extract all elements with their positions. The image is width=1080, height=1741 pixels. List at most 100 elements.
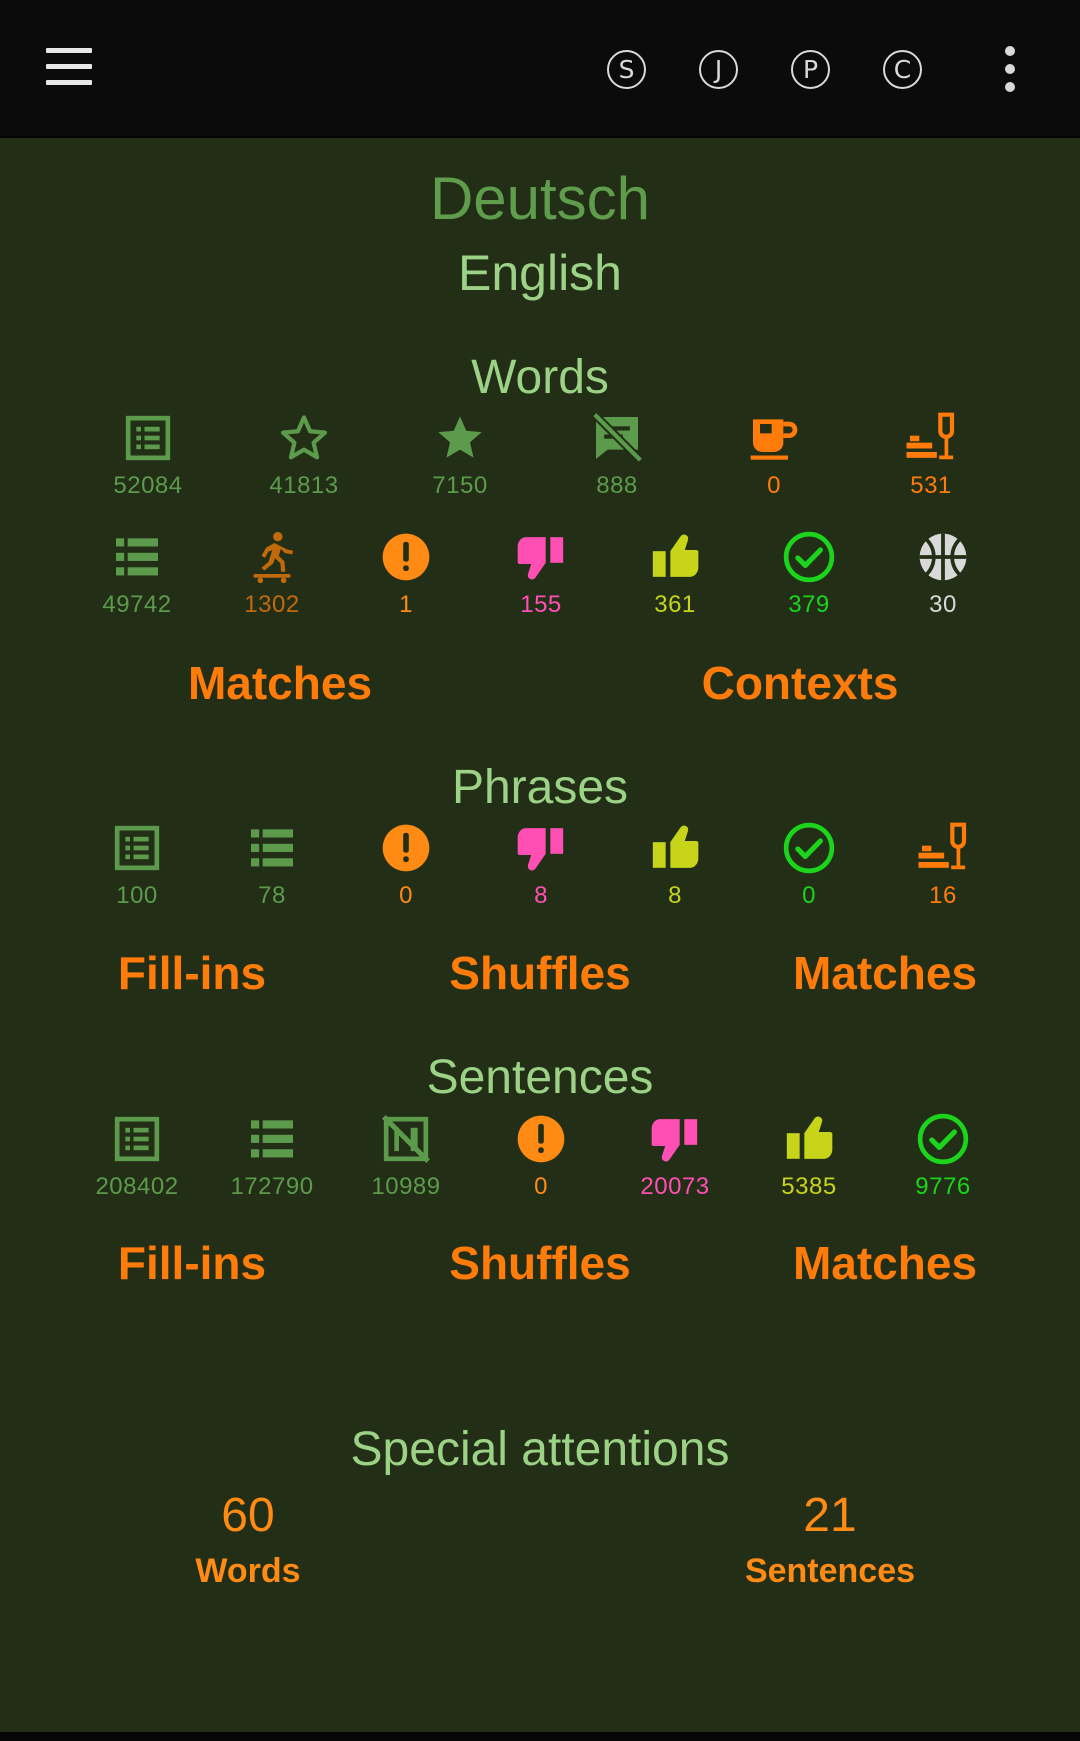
- words-stat-comment-off[interactable]: 888: [547, 410, 687, 500]
- thumb-down-icon: [651, 1119, 698, 1162]
- words-stat-value: 1: [399, 591, 413, 618]
- words-stat-star-filled[interactable]: 7150: [390, 410, 530, 500]
- words-stat-value: 49742: [102, 591, 172, 618]
- check-circle-icon: [783, 531, 835, 583]
- phrases-stat-list[interactable]: 78: [202, 820, 342, 910]
- sentences-stat-list-box[interactable]: 208402: [67, 1111, 207, 1201]
- bed-wine-icon: [918, 822, 967, 870]
- more-options-icon[interactable]: [1000, 46, 1020, 92]
- words-stat-value: 155: [520, 591, 562, 618]
- sentences-shuffles-button[interactable]: Shuffles: [420, 1236, 660, 1290]
- c-circle-button[interactable]: C: [883, 50, 922, 89]
- special-sentences-count[interactable]: 21: [730, 1488, 930, 1543]
- secondary-language[interactable]: English: [0, 244, 1080, 302]
- words-matches-button[interactable]: Matches: [160, 656, 400, 710]
- primary-language[interactable]: Deutsch: [0, 164, 1080, 233]
- alert-circle-icon: [382, 824, 430, 872]
- words-stat-thumb-up[interactable]: 361: [605, 529, 745, 619]
- sentences-stat-value: 9776: [915, 1173, 971, 1200]
- bed-wine-icon: [906, 412, 955, 460]
- words-stat-value: 888: [596, 472, 638, 499]
- phrases-stat-list-box[interactable]: 100: [67, 820, 207, 910]
- words-stat-value: 0: [767, 472, 781, 499]
- sentences-stat-value: 5385: [781, 1173, 837, 1200]
- words-section-title: Words: [471, 351, 609, 404]
- thumb-up-icon: [786, 1116, 833, 1159]
- phrases-stat-value: 100: [116, 882, 158, 909]
- words-stat-value: 30: [929, 591, 957, 618]
- phrases-stat-bed-wine[interactable]: 16: [873, 820, 1013, 910]
- special-attentions-title: Special attentions: [350, 1423, 730, 1476]
- words-stat-value: 531: [910, 472, 952, 499]
- hamburger-menu-icon[interactable]: [46, 48, 92, 88]
- sentences-stat-list[interactable]: 172790: [202, 1111, 342, 1201]
- words-stat-star-outline[interactable]: 41813: [234, 410, 374, 500]
- words-stat-bed-wine[interactable]: 531: [861, 410, 1001, 500]
- words-stat-value: 52084: [113, 472, 183, 499]
- star-outline-icon: [280, 415, 328, 460]
- phrases-matches-button[interactable]: Matches: [770, 946, 1000, 1000]
- special-sentences-button[interactable]: Sentences: [720, 1552, 940, 1591]
- words-stat-skateboarder[interactable]: 1302: [202, 529, 342, 619]
- sentences-stat-value: 0: [534, 1173, 548, 1200]
- words-stat-value: 361: [654, 591, 696, 618]
- comment-off-icon: [591, 411, 644, 464]
- sentences-stat-value: 208402: [95, 1173, 179, 1200]
- words-stat-check-circle[interactable]: 379: [739, 529, 879, 619]
- list-box-off-icon: [382, 1115, 430, 1163]
- special-words-count[interactable]: 60: [148, 1488, 348, 1543]
- j-circle-button[interactable]: J: [699, 50, 738, 89]
- phrases-stat-check-circle[interactable]: 0: [739, 820, 879, 910]
- words-contexts-button[interactable]: Contexts: [680, 656, 920, 710]
- top-app-bar: S J P C: [0, 0, 1080, 136]
- alert-circle-icon: [517, 1115, 565, 1163]
- phrases-stat-value: 16: [929, 882, 957, 909]
- phrases-fill-ins-button[interactable]: Fill-ins: [82, 946, 302, 1000]
- phrases-shuffles-button[interactable]: Shuffles: [420, 946, 660, 1000]
- skateboarder-icon: [253, 532, 293, 584]
- words-stat-value: 379: [788, 591, 830, 618]
- words-stat-coffee-cup[interactable]: 0: [704, 410, 844, 500]
- words-stat-value: 7150: [432, 472, 488, 499]
- sentences-stat-thumb-down[interactable]: 20073: [605, 1111, 745, 1201]
- thumb-down-icon: [517, 537, 564, 580]
- sentences-stat-value: 20073: [640, 1173, 710, 1200]
- phrases-stat-value: 78: [258, 882, 286, 909]
- phrases-stat-value: 8: [668, 882, 682, 909]
- sentences-fill-ins-button[interactable]: Fill-ins: [82, 1236, 302, 1290]
- sentences-section-title: Sentences: [426, 1051, 654, 1104]
- sentences-stat-alert-circle[interactable]: 0: [471, 1111, 611, 1201]
- p-circle-button[interactable]: P: [791, 50, 830, 89]
- s-circle-button[interactable]: S: [607, 50, 646, 89]
- bottom-edge: [0, 1732, 1080, 1741]
- phrases-stat-thumb-up[interactable]: 8: [605, 820, 745, 910]
- phrases-stat-thumb-down[interactable]: 8: [471, 820, 611, 910]
- check-circle-icon: [917, 1113, 969, 1165]
- list-icon: [116, 538, 158, 576]
- words-stat-list[interactable]: 49742: [67, 529, 207, 619]
- thumb-up-icon: [652, 825, 699, 868]
- alert-circle-icon: [382, 533, 430, 581]
- sentences-stat-value: 172790: [230, 1173, 314, 1200]
- words-stat-alert-circle[interactable]: 1: [336, 529, 476, 619]
- sentences-stat-list-box-off[interactable]: 10989: [336, 1111, 476, 1201]
- thumb-up-icon: [652, 534, 699, 577]
- check-circle-icon: [783, 822, 835, 874]
- sentences-stat-check-circle[interactable]: 9776: [873, 1111, 1013, 1201]
- words-stat-list-box[interactable]: 52084: [78, 410, 218, 500]
- words-stat-value: 1302: [244, 591, 300, 618]
- words-stat-basketball[interactable]: 30: [873, 529, 1013, 619]
- list-icon: [251, 829, 293, 867]
- phrases-section-title: Phrases: [451, 761, 629, 814]
- phrases-stat-value: 0: [399, 882, 413, 909]
- sentences-matches-button[interactable]: Matches: [770, 1236, 1000, 1290]
- special-words-button[interactable]: Words: [148, 1552, 348, 1591]
- list-box-icon: [114, 1116, 160, 1162]
- sentences-stat-thumb-up[interactable]: 5385: [739, 1111, 879, 1201]
- phrases-stat-alert-circle[interactable]: 0: [336, 820, 476, 910]
- list-box-icon: [114, 825, 160, 871]
- phrases-stat-value: 0: [802, 882, 816, 909]
- star-filled-icon: [438, 416, 482, 458]
- thumb-down-icon: [517, 828, 564, 871]
- words-stat-thumb-down[interactable]: 155: [471, 529, 611, 619]
